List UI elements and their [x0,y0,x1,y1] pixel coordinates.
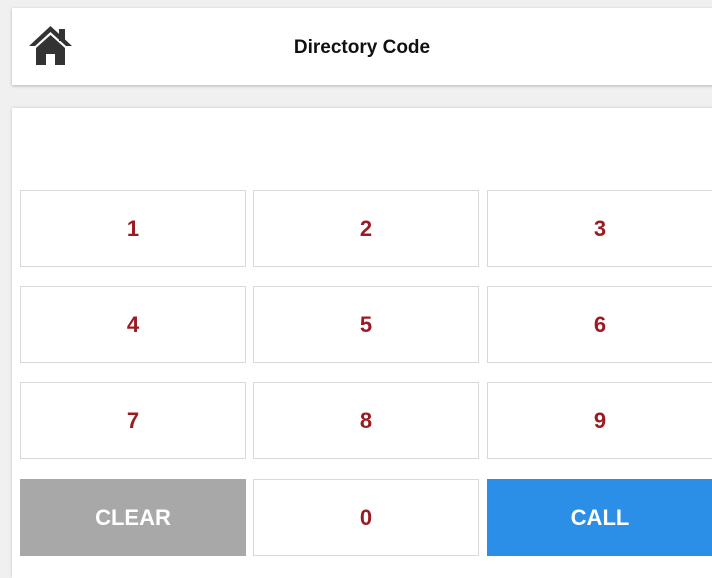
key-7-button[interactable]: 7 [20,382,246,459]
call-button[interactable]: CALL [487,479,712,556]
key-9-button[interactable]: 9 [487,382,712,459]
key-1-button[interactable]: 1 [20,190,246,267]
key-0-button[interactable]: 0 [253,479,479,556]
clear-button[interactable]: CLEAR [20,479,246,556]
header-bar: Directory Code [12,8,712,85]
code-display [20,116,700,182]
key-2-button[interactable]: 2 [253,190,479,267]
key-4-button[interactable]: 4 [20,286,246,363]
key-3-button[interactable]: 3 [487,190,712,267]
keypad-panel: 1 2 3 4 5 6 7 8 9 CLEAR 0 CALL [12,108,712,578]
key-6-button[interactable]: 6 [487,286,712,363]
key-8-button[interactable]: 8 [253,382,479,459]
page-title: Directory Code [293,37,431,58]
key-5-button[interactable]: 5 [253,286,479,363]
